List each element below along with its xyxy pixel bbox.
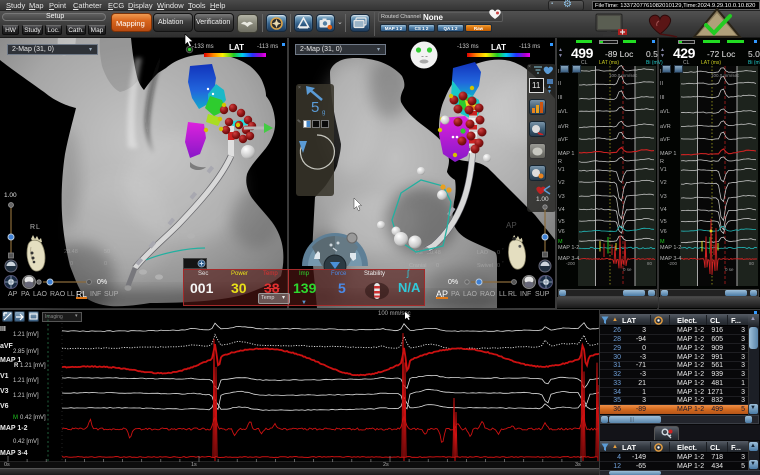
svg-text:0: 0 xyxy=(436,263,439,269)
svg-text:50: 50 xyxy=(104,249,110,255)
svg-text:Swivel: Swivel xyxy=(477,263,493,269)
svg-text:0: 0 xyxy=(104,261,107,267)
svg-text:20.48: 20.48 xyxy=(64,249,78,255)
svg-text:0: 0 xyxy=(497,250,500,256)
svg-text:LAO: LAO xyxy=(477,250,489,256)
svg-text:0: 0 xyxy=(70,261,73,267)
svg-text:0: 0 xyxy=(497,263,500,269)
svg-text:AP: AP xyxy=(506,221,517,230)
